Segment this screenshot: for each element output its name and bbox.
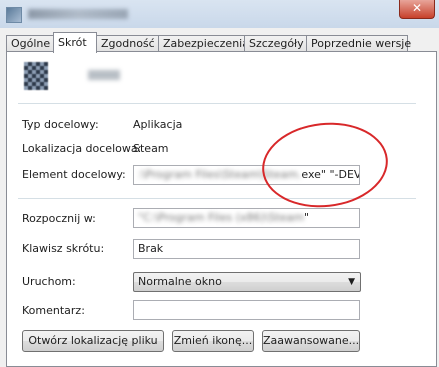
change-icon-button[interactable]: Zmień ikonę... <box>172 330 254 352</box>
run-select[interactable]: Normalne okno ▼ <box>133 272 361 292</box>
target-label: Element docelowy: <box>22 168 126 181</box>
run-select-value: Normalne okno <box>138 275 222 288</box>
chevron-down-icon[interactable]: ▼ <box>348 273 355 291</box>
hotkey-field[interactable]: Brak <box>133 239 360 259</box>
window-title-redacted <box>28 9 128 19</box>
tab-details[interactable]: Szczegóły <box>244 35 312 52</box>
target-location-value: Steam <box>133 142 169 155</box>
title-bar: ✕ <box>0 0 439 29</box>
start-in-label: Rozpocznij w: <box>22 212 96 225</box>
target-type-value: Aplikacja <box>133 118 183 131</box>
hotkey-label: Klawisz skrótu: <box>22 242 105 255</box>
target-type-label: Typ docelowy: <box>22 118 99 131</box>
close-button[interactable]: ✕ <box>399 0 435 19</box>
start-in-path-redacted: "C:\Program Files (x86)\Steam <box>138 211 305 224</box>
shortcut-name-redacted <box>88 70 120 80</box>
comment-label: Komentarz: <box>22 304 85 317</box>
app-icon-small <box>6 7 22 23</box>
comment-field[interactable] <box>133 300 360 320</box>
start-in-field[interactable]: "C:\Program Files (x86)\Steam" <box>133 208 360 228</box>
tab-previous-versions[interactable]: Poprzednie wersje <box>306 35 411 52</box>
run-label: Uruchom: <box>22 275 76 288</box>
start-in-value-visible: " <box>304 211 310 224</box>
advanced-button[interactable]: Zaawansowane... <box>262 330 360 352</box>
target-location-label: Lokalizacja docelowa: <box>22 142 142 155</box>
tab-compatibility[interactable]: Zgodność <box>96 35 164 52</box>
tab-security[interactable]: Zabezpieczenia <box>158 35 250 52</box>
tab-general[interactable]: Ogólne <box>6 35 58 52</box>
separator <box>18 103 416 104</box>
tab-shortcut[interactable]: Skrót <box>53 32 97 53</box>
open-file-location-button[interactable]: Otwórz lokalizację pliku <box>22 330 164 352</box>
shortcut-app-icon <box>24 62 48 90</box>
